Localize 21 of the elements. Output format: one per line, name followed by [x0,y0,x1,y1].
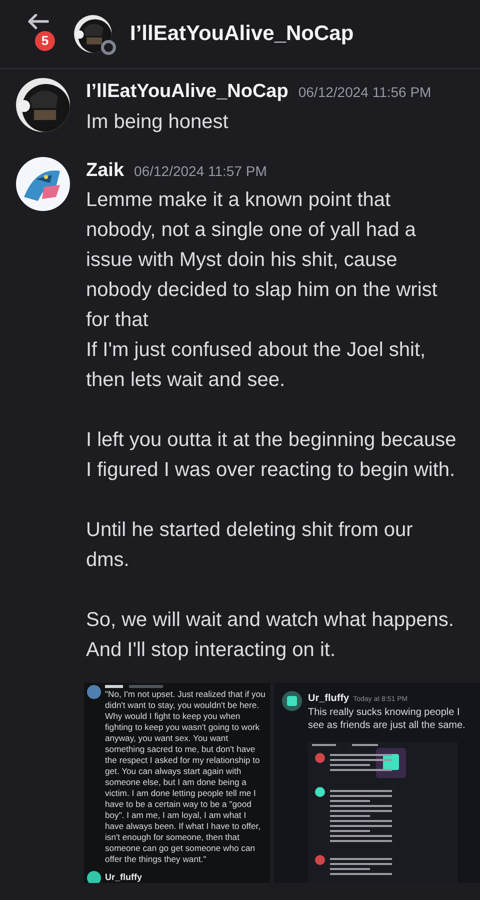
message-text: This really sucks knowing people I see as friends are just all the same. [308,706,466,732]
attachment-screenshot[interactable] [84,683,270,883]
message-text: If I'm just confused about the Joel shit, then lets wait and see. [86,338,427,393]
quote-text: "No, I'm not upset. Just realized that if you didn't want to stay, you wouldn't be here. Why would I fight to keep you when fighting to keep you wasn't going to work anyway, you want sex. You want something sacred to me, but don't have the respect I asked for my relationship to get. You can always start again with someone else, but I am done being a victim. I am done letting people tell me I have to be a certain way to be a "good boy". I am me, I am loyal, I am what I have always been. If what I have to offer, isn't enough for someone, then that someone can go get someone who can offer the things they want." [105,689,266,865]
timestamp: 06/12/2024 11:57 PM [134,162,267,180]
timestamp: 06/12/2024 11:56 PM [298,83,432,102]
avatar-icon [87,685,101,699]
message-text: Lemme make it a known point that nobody, not a single one of yall had a issue with Myst doin his shit, cause nobody decided to slap him on the wrist for that [86,188,438,333]
message-text: Until he started deleting shit from our dms. [86,518,414,573]
message-text: I left you outta it at the beginning because I figured I was over reacting to begin with. [86,428,458,483]
message-text: So, we will wait and watch what happens. And I'll stop interacting on it. [86,608,455,663]
avatar-icon [87,871,101,883]
header-drawing [105,685,165,689]
username[interactable]: Zaik [86,156,124,185]
notification-badge: 5 [35,31,55,51]
avatar-icon [282,691,302,711]
message-text: Im being honest [86,110,230,134]
username: Ur_fluffy [105,871,142,883]
channel-title: I’llEatYouAlive_NoCap [130,21,354,48]
username[interactable]: I’llEatYouAlive_NoCap [86,78,288,106]
username: Ur_fluffy [308,692,350,706]
